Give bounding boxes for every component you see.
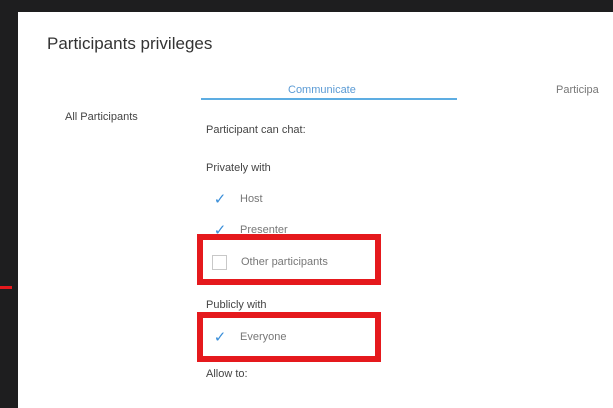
annotation-arrow xyxy=(0,286,12,289)
highlight-box-other-participants xyxy=(197,234,381,285)
privately-with-label: Privately with xyxy=(206,162,271,174)
highlight-box-everyone xyxy=(197,312,381,362)
checkmark-icon[interactable]: ✓ xyxy=(212,191,228,207)
allow-to-label: Allow to: xyxy=(206,368,248,380)
dialog-title: Participants privileges xyxy=(47,34,213,53)
participants-privileges-dialog: Participants privileges Communicate Part… xyxy=(18,12,613,408)
active-tab-indicator xyxy=(201,98,457,100)
sidebar-item-all-participants[interactable]: All Participants xyxy=(65,111,138,123)
host-checkbox-row[interactable]: ✓ Host xyxy=(212,189,263,209)
tab-communicate[interactable]: Communicate xyxy=(288,84,356,96)
tab-participant[interactable]: Participa xyxy=(556,84,599,96)
chat-section-label: Participant can chat: xyxy=(206,124,306,136)
publicly-with-label: Publicly with xyxy=(206,299,267,311)
host-option-label: Host xyxy=(240,193,263,205)
